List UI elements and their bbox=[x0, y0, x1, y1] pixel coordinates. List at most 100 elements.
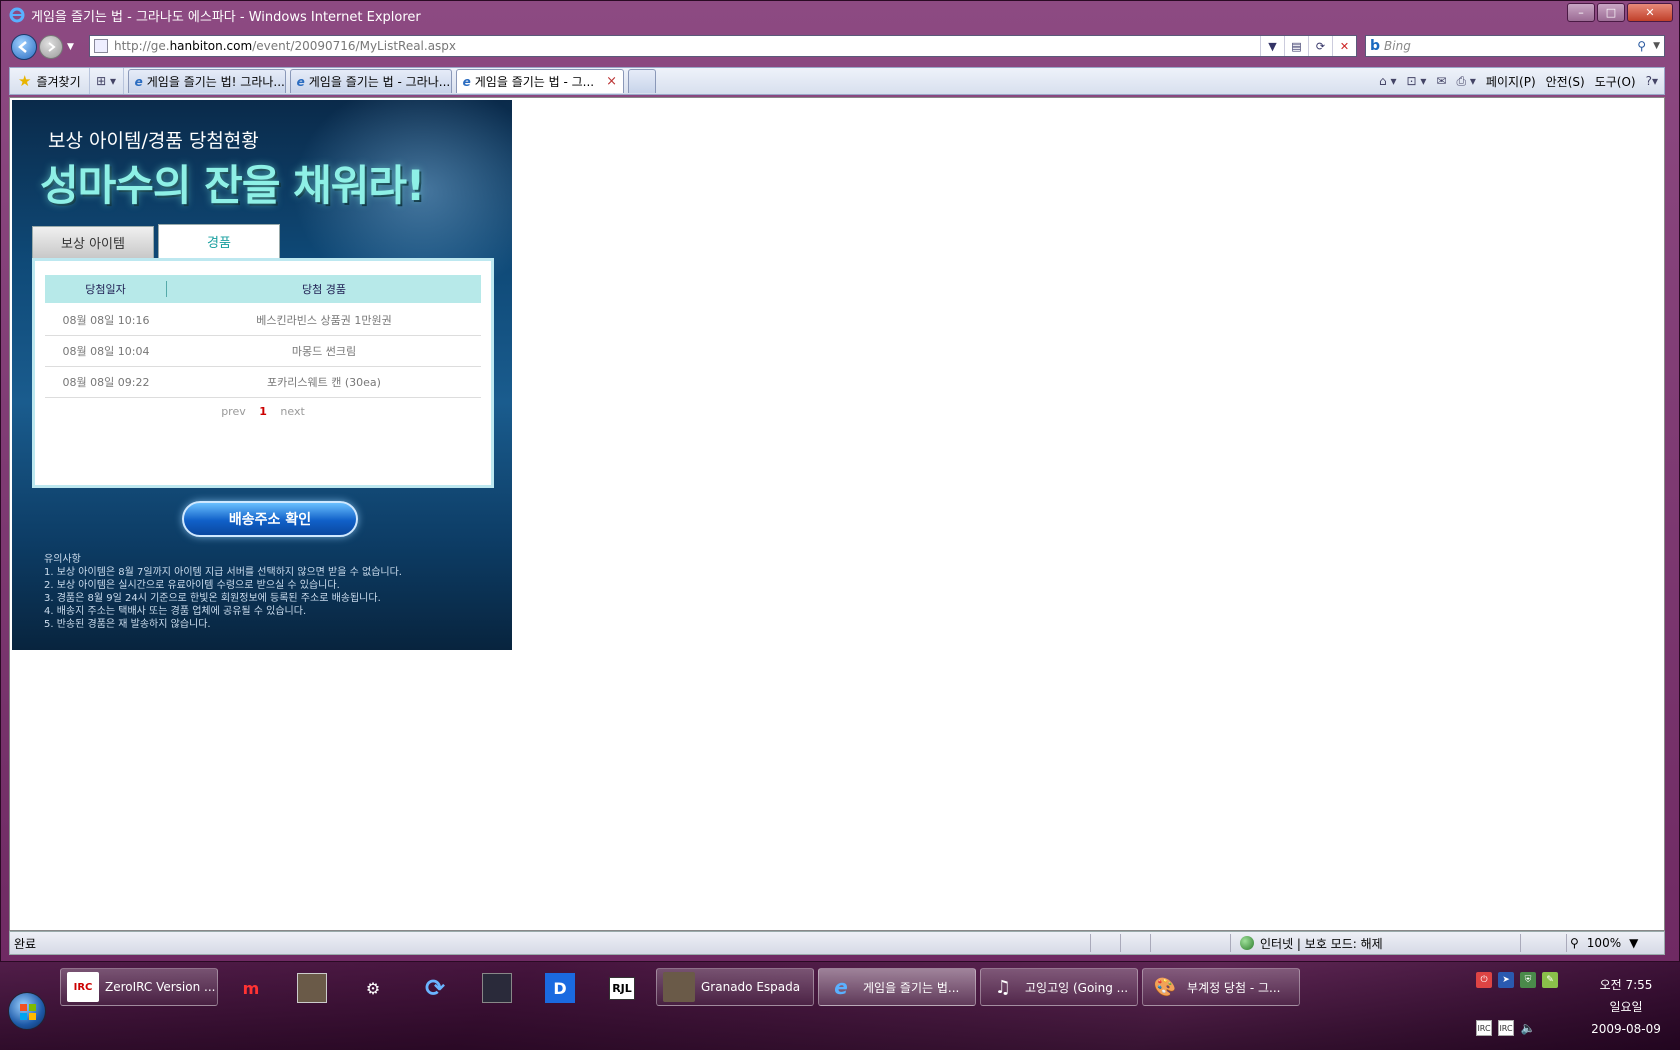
print-icon[interactable]: ⎙ ▾ bbox=[1456, 74, 1475, 89]
refresh-icon[interactable]: ⟳ bbox=[1308, 36, 1332, 56]
taskbar-pinned-app-6[interactable]: D bbox=[541, 970, 579, 1006]
favorites-button[interactable]: ★ 즐겨찾기 bbox=[10, 68, 90, 94]
page-menu[interactable]: 페이지(P) bbox=[1486, 73, 1536, 90]
page-icon bbox=[94, 39, 108, 53]
zeroirc-icon: IRC bbox=[67, 972, 99, 1002]
tab-3-active[interactable]: e 게임을 즐기는 법 - 그... × bbox=[455, 69, 624, 93]
row-date: 08월 08일 09:22 bbox=[62, 376, 150, 389]
search-placeholder: Bing bbox=[1384, 39, 1411, 53]
forward-button[interactable] bbox=[39, 35, 63, 59]
address-bar[interactable]: http://ge. hanbiton.com/event/20090716/My… bbox=[89, 35, 1357, 57]
tab-label: 게임을 즐기는 법 - 그라나... bbox=[308, 75, 451, 89]
maximize-button[interactable]: □ bbox=[1597, 3, 1625, 22]
safety-menu[interactable]: 안전(S) bbox=[1546, 73, 1585, 90]
stop-icon[interactable]: ✕ bbox=[1332, 36, 1356, 56]
game-icon bbox=[482, 973, 512, 1003]
security-zone[interactable]: 인터넷 | 보호 모드: 해제 bbox=[1240, 935, 1383, 952]
table-row: 08월 08일 10:04 마몽드 썬크림 bbox=[45, 336, 481, 367]
taskbar-paint[interactable]: 🎨 부계정 당첨 - 그... bbox=[1142, 968, 1300, 1006]
minimize-button[interactable]: – bbox=[1567, 3, 1595, 22]
tab-label: 게임을 즐기는 법! 그라나... bbox=[146, 75, 285, 89]
globe-icon bbox=[1240, 936, 1254, 950]
taskbar-pinned-app-3[interactable]: ⚙ bbox=[354, 970, 392, 1006]
tab-reward-items[interactable]: 보상 아이템 bbox=[32, 226, 154, 258]
tab-prizes[interactable]: 경품 bbox=[158, 224, 280, 258]
zoom-control[interactable]: ⚲ 100% ▼ bbox=[1570, 936, 1638, 950]
back-button[interactable] bbox=[11, 34, 37, 60]
taskbar-pinned-app-1[interactable]: m bbox=[232, 970, 270, 1006]
note-item: 1. 보상 아이템은 8월 7일까지 아이템 지급 서버를 선택하지 않으면 받… bbox=[44, 567, 402, 578]
status-divider bbox=[1120, 934, 1121, 952]
feeds-icon[interactable]: ⊡ ▾ bbox=[1406, 74, 1426, 88]
table-row: 08월 08일 10:16 베스킨라빈스 상품권 1만원권 bbox=[45, 305, 481, 336]
taskbar-label: Granado Espada bbox=[701, 980, 801, 994]
taskbar-zeroirc[interactable]: IRC ZeroIRC Version ... bbox=[60, 968, 218, 1006]
address-actions: ▼ ▤ ⟳ ✕ bbox=[1260, 36, 1356, 56]
address-dropdown-icon[interactable]: ▼ bbox=[1260, 36, 1284, 56]
note-item: 2. 보상 아이템은 실시간으로 유료아이템 수령으로 받으실 수 있습니다. bbox=[44, 580, 340, 591]
new-tab-button[interactable] bbox=[627, 69, 656, 93]
irc-tray-icon[interactable]: IRC bbox=[1498, 1020, 1514, 1036]
back-arrow-icon bbox=[18, 41, 27, 53]
command-bar: ⌂ ▾ ⊡ ▾ ✉ ⎙ ▾ 페이지(P) 안전(S) 도구(O) ?▾ bbox=[1379, 68, 1658, 94]
irc-tray-icon[interactable]: IRC bbox=[1476, 1020, 1492, 1036]
next-link[interactable]: next bbox=[280, 405, 304, 418]
taskbar-ie[interactable]: e 게임을 즐기는 법... bbox=[818, 968, 976, 1006]
taskbar: IRC ZeroIRC Version ... m ⚙ ⟳ D RJL Gran… bbox=[0, 962, 1680, 1050]
note-item: 5. 반송된 경품은 재 발송하지 않습니다. bbox=[44, 619, 211, 630]
shield-icon[interactable]: ⛨ bbox=[1520, 972, 1536, 988]
tools-menu[interactable]: 도구(O) bbox=[1595, 73, 1636, 90]
taskbar-goinggoing[interactable]: ♫ 고잉고잉 (Going ... bbox=[980, 968, 1138, 1006]
windows-logo-icon bbox=[20, 1004, 36, 1020]
help-icon[interactable]: ?▾ bbox=[1646, 74, 1658, 88]
recent-pages-dropdown[interactable]: ▼ bbox=[67, 42, 74, 52]
system-clock[interactable]: 오전 7:55 일요일 2009-08-09 bbox=[1586, 974, 1666, 1040]
refresh-icon: ⟳ bbox=[424, 974, 446, 1002]
check-shipping-address-button[interactable]: 배송주소 확인 bbox=[182, 501, 358, 537]
home-icon[interactable]: ⌂ ▾ bbox=[1379, 74, 1396, 88]
zoom-level: 100% bbox=[1586, 936, 1622, 950]
pen-icon[interactable]: ✎ bbox=[1542, 972, 1558, 988]
tab-2[interactable]: e 게임을 즐기는 법 - 그라나... bbox=[289, 69, 452, 93]
current-page[interactable]: 1 bbox=[259, 405, 267, 418]
url-prefix: http://ge. bbox=[114, 39, 170, 53]
volume-icon[interactable]: 🔈 bbox=[1520, 1020, 1536, 1036]
paint-palette-icon: 🎨 bbox=[1153, 976, 1177, 998]
start-button[interactable] bbox=[8, 992, 46, 1030]
tab-1[interactable]: e 게임을 즐기는 법! 그라나... bbox=[127, 69, 286, 93]
row-date: 08월 08일 10:16 bbox=[62, 314, 150, 327]
event-subtitle: 보상 아이템/경품 당첨현황 bbox=[48, 130, 259, 152]
search-options-icon[interactable]: ▼ bbox=[1653, 41, 1660, 51]
taskbar-pinned-app-7[interactable]: RJL bbox=[603, 970, 641, 1006]
forward-arrow-icon bbox=[48, 42, 56, 52]
status-bar: 완료 인터넷 | 보호 모드: 해제 ⚲ 100% ▼ bbox=[9, 931, 1665, 955]
status-divider bbox=[1090, 934, 1091, 952]
title-bar: 게임을 즐기는 법 - 그라나도 에스파다 - Windows Internet… bbox=[1, 1, 1679, 29]
zone-text: 인터넷 | 보호 모드: 해제 bbox=[1260, 936, 1383, 951]
column-prize: 당첨 경품 bbox=[302, 283, 346, 296]
taskbar-pinned-app-2[interactable] bbox=[293, 970, 331, 1006]
search-icon[interactable]: ⚲ bbox=[1637, 39, 1646, 53]
url-domain: hanbiton.com bbox=[169, 39, 253, 53]
tab-bar: ★ 즐겨찾기 ⊞ ▾ e 게임을 즐기는 법! 그라나... e 게임을 즐기는… bbox=[9, 67, 1665, 95]
compatibility-view-icon[interactable]: ▤ bbox=[1284, 36, 1308, 56]
close-button[interactable]: ✕ bbox=[1627, 3, 1673, 22]
power-icon[interactable]: ⏻ bbox=[1476, 972, 1492, 988]
taskbar-granado-espada[interactable]: Granado Espada bbox=[656, 968, 814, 1006]
close-tab-icon[interactable]: × bbox=[606, 74, 617, 89]
system-tray: ⏻ ➤ ⛨ ✎ bbox=[1476, 972, 1558, 988]
table-row: 08월 08일 09:22 포카리스웨트 캔 (30ea) bbox=[45, 367, 481, 398]
taskbar-pinned-app-4[interactable]: ⟳ bbox=[416, 970, 454, 1006]
flag-icon[interactable]: ➤ bbox=[1498, 972, 1514, 988]
pagination: prev 1 next bbox=[35, 405, 491, 418]
mail-icon[interactable]: ✉ bbox=[1436, 74, 1446, 88]
search-box[interactable]: b Bing ⚲ ▼ bbox=[1365, 35, 1665, 57]
status-divider bbox=[1150, 934, 1151, 952]
clock-day: 일요일 bbox=[1609, 1000, 1643, 1014]
granado-icon bbox=[663, 972, 695, 1002]
taskbar-pinned-app-5[interactable] bbox=[478, 970, 516, 1006]
zoom-dropdown-icon[interactable]: ▼ bbox=[1629, 936, 1638, 950]
prev-link[interactable]: prev bbox=[221, 405, 246, 418]
rjl-icon: RJL bbox=[609, 976, 635, 1000]
quick-tabs-button[interactable]: ⊞ ▾ bbox=[90, 68, 124, 94]
